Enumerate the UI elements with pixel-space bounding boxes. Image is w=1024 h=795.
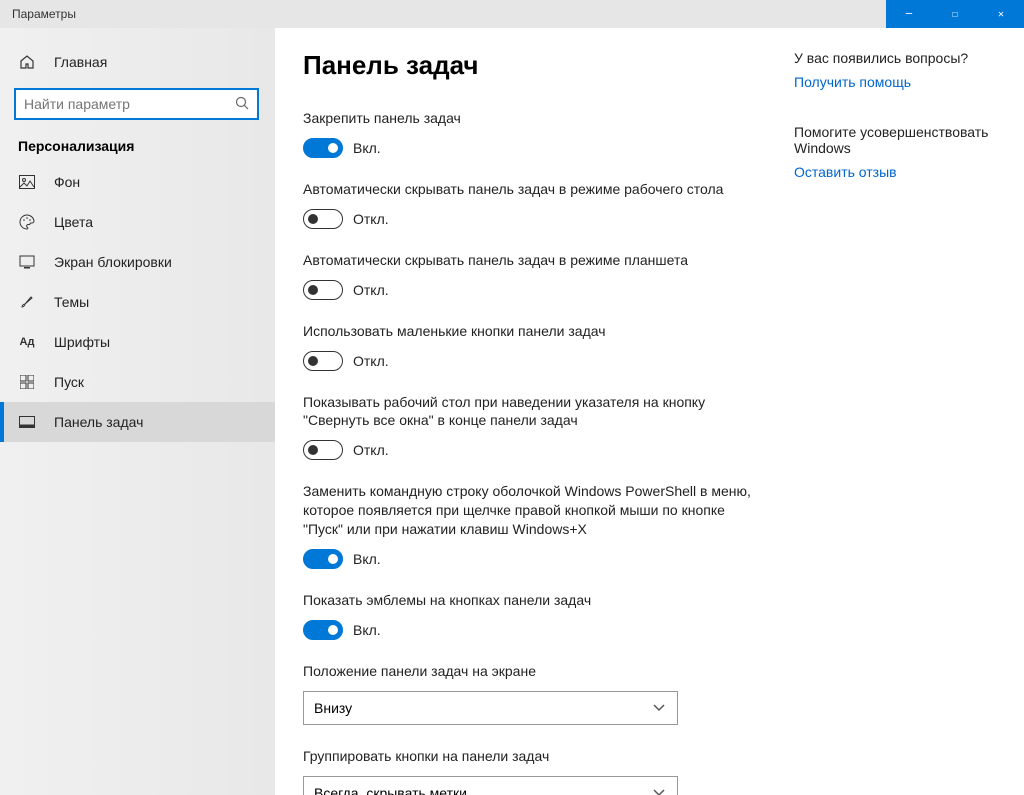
sidebar-item-label: Цвета bbox=[54, 214, 93, 230]
taskbar-icon bbox=[18, 413, 36, 431]
toggle-state: Откл. bbox=[353, 282, 389, 298]
setting-label: Показать эмблемы на кнопках панели задач bbox=[303, 591, 754, 610]
search-box[interactable] bbox=[14, 88, 259, 120]
setting-label: Заменить командную строку оболочкой Wind… bbox=[303, 482, 754, 539]
setting-label: Группировать кнопки на панели задач bbox=[303, 747, 754, 766]
sidebar-home[interactable]: Главная bbox=[0, 42, 275, 82]
sidebar-item-taskbar[interactable]: Панель задач bbox=[0, 402, 275, 442]
sidebar-item-label: Фон bbox=[54, 174, 80, 190]
feedback-heading: Помогите усовершенствовать Windows bbox=[794, 124, 994, 156]
palette-icon bbox=[18, 213, 36, 231]
setting-label: Положение панели задач на экране bbox=[303, 662, 754, 681]
setting-label: Показывать рабочий стол при наведении ук… bbox=[303, 393, 754, 431]
toggle-autohide-desktop[interactable] bbox=[303, 209, 343, 229]
brush-icon bbox=[18, 293, 36, 311]
sidebar-item-label: Панель задач bbox=[54, 414, 143, 430]
sidebar-item-themes[interactable]: Темы bbox=[0, 282, 275, 322]
toggle-badges[interactable] bbox=[303, 620, 343, 640]
page-title: Панель задач bbox=[303, 50, 754, 81]
sidebar-item-fonts[interactable]: Aд Шрифты bbox=[0, 322, 275, 362]
setting-label: Использовать маленькие кнопки панели зад… bbox=[303, 322, 754, 341]
questions-heading: У вас появились вопросы? bbox=[794, 50, 994, 66]
toggle-powershell[interactable] bbox=[303, 549, 343, 569]
feedback-link[interactable]: Оставить отзыв bbox=[794, 164, 994, 180]
get-help-link[interactable]: Получить помощь bbox=[794, 74, 994, 90]
setting-label: Закрепить панель задач bbox=[303, 109, 754, 128]
picture-icon bbox=[18, 173, 36, 191]
toggle-lock-taskbar[interactable] bbox=[303, 138, 343, 158]
setting-label: Автоматически скрывать панель задач в ре… bbox=[303, 251, 754, 270]
combo-taskbar-position[interactable]: Внизу bbox=[303, 691, 678, 725]
main-content: Панель задач Закрепить панель задач Вкл.… bbox=[275, 28, 1024, 795]
toggle-state: Вкл. bbox=[353, 551, 381, 567]
font-icon: Aд bbox=[18, 333, 36, 351]
sidebar: Главная Персонализация Фон Цвета Экран б… bbox=[0, 28, 275, 795]
toggle-state: Вкл. bbox=[353, 140, 381, 156]
toggle-state: Откл. bbox=[353, 211, 389, 227]
combo-combine-buttons[interactable]: Всегда, скрывать метки bbox=[303, 776, 678, 795]
toggle-peek[interactable] bbox=[303, 440, 343, 460]
home-icon bbox=[18, 53, 36, 71]
minimize-button[interactable]: ─ bbox=[886, 0, 932, 28]
lock-screen-icon bbox=[18, 253, 36, 271]
right-pane: У вас появились вопросы? Получить помощь… bbox=[794, 50, 994, 785]
section-heading: Персонализация bbox=[0, 138, 275, 162]
close-button[interactable]: ✕ bbox=[978, 0, 1024, 28]
toggle-state: Откл. bbox=[353, 353, 389, 369]
toggle-autohide-tablet[interactable] bbox=[303, 280, 343, 300]
toggle-state: Вкл. bbox=[353, 622, 381, 638]
sidebar-item-colors[interactable]: Цвета bbox=[0, 202, 275, 242]
sidebar-item-label: Шрифты bbox=[54, 334, 110, 350]
toggle-small-buttons[interactable] bbox=[303, 351, 343, 371]
search-icon bbox=[235, 96, 249, 113]
titlebar: Параметры ─ ☐ ✕ bbox=[0, 0, 1024, 28]
sidebar-item-label: Экран блокировки bbox=[54, 254, 172, 270]
setting-label: Автоматически скрывать панель задач в ре… bbox=[303, 180, 754, 199]
start-icon bbox=[18, 373, 36, 391]
search-input[interactable] bbox=[24, 96, 235, 112]
maximize-button[interactable]: ☐ bbox=[932, 0, 978, 28]
sidebar-item-label: Темы bbox=[54, 294, 89, 310]
sidebar-item-start[interactable]: Пуск bbox=[0, 362, 275, 402]
toggle-state: Откл. bbox=[353, 442, 389, 458]
sidebar-item-label: Пуск bbox=[54, 374, 84, 390]
window-title: Параметры bbox=[12, 7, 886, 21]
sidebar-item-background[interactable]: Фон bbox=[0, 162, 275, 202]
sidebar-home-label: Главная bbox=[54, 54, 107, 70]
sidebar-item-lockscreen[interactable]: Экран блокировки bbox=[0, 242, 275, 282]
